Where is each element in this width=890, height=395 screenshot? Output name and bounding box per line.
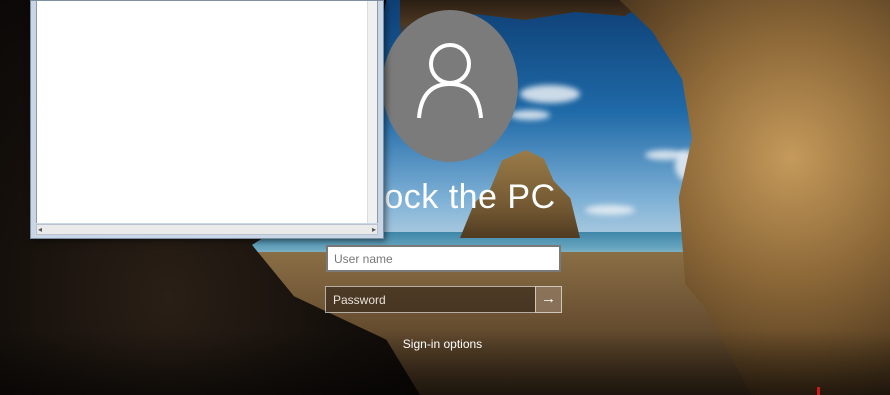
scroll-left-icon[interactable]: ◂ <box>38 225 42 234</box>
red-mark <box>817 387 820 395</box>
password-input[interactable] <box>325 286 535 313</box>
sign-in-options-link[interactable]: Sign-in options <box>380 337 505 351</box>
vertical-scrollbar[interactable] <box>367 1 377 223</box>
user-silhouette-icon <box>417 43 483 119</box>
cloud <box>520 85 580 103</box>
user-avatar <box>382 10 518 162</box>
password-field-group: → <box>325 286 562 313</box>
username-input[interactable] <box>326 245 561 272</box>
overlay-window: ◂ ▸ <box>30 0 384 239</box>
cloud <box>510 110 550 120</box>
arrow-right-icon: → <box>541 290 556 307</box>
horizontal-scrollbar[interactable]: ◂ ▸ <box>36 224 378 235</box>
window-client-area[interactable] <box>36 1 378 223</box>
scroll-right-icon[interactable]: ▸ <box>372 225 376 234</box>
submit-arrow-button[interactable]: → <box>535 286 562 313</box>
